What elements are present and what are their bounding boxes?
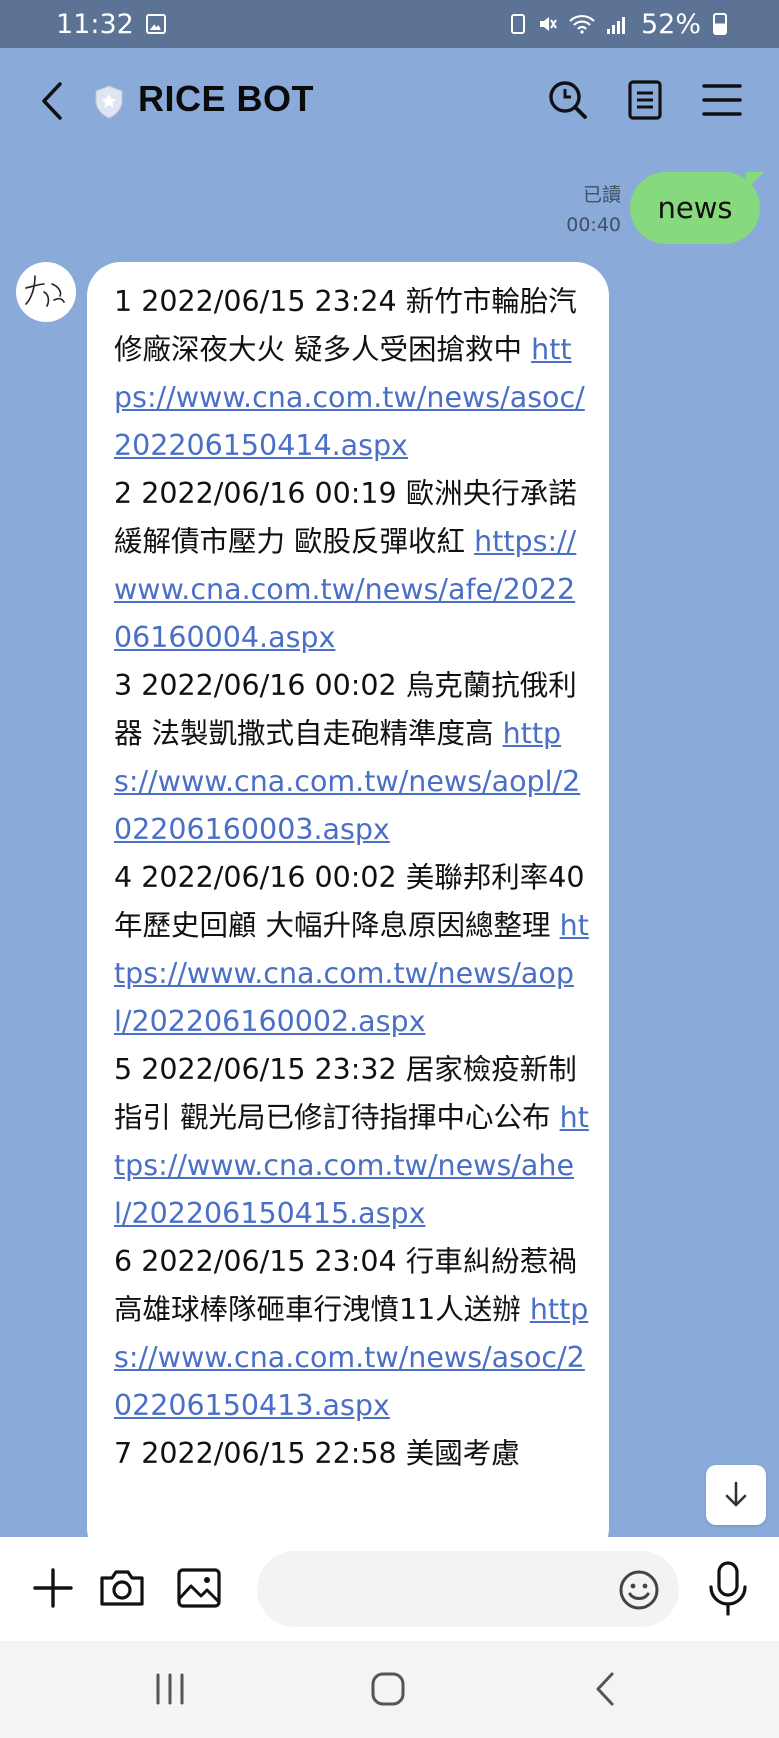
message-composer: [0, 1537, 779, 1641]
notes-button[interactable]: [621, 76, 669, 124]
news-item: 5 2022/06/15 23:32 居家檢疫新制指引 觀光局已修訂待指揮中心公…: [114, 1046, 589, 1238]
incoming-message-bubble[interactable]: 1 2022/06/15 23:24 新竹市輪胎汽修廠深夜大火 疑多人受困搶救中…: [87, 262, 609, 1562]
news-item-text: 6 2022/06/15 23:04 行車糾紛惹禍 高雄球棒隊砸車行洩憤11人送…: [114, 1245, 577, 1326]
back-button[interactable]: [38, 78, 68, 124]
battery-percent: 52%: [640, 8, 701, 40]
status-left: 11:32: [56, 9, 166, 40]
status-time: 11:32: [56, 8, 134, 40]
news-item: 4 2022/06/16 00:02 美聯邦利率40年歷史回顧 大幅升降息原因總…: [114, 854, 589, 1046]
status-bar: 11:32 52%: [0, 0, 779, 48]
news-item-text: 5 2022/06/15 23:32 居家檢疫新制指引 觀光局已修訂待指揮中心公…: [114, 1053, 577, 1134]
verified-shield-icon: [95, 85, 123, 119]
mute-icon: [539, 17, 557, 31]
wifi-icon: [569, 14, 595, 34]
scroll-to-bottom-button[interactable]: [706, 1465, 766, 1525]
plus-button[interactable]: [28, 1563, 78, 1613]
news-item: 3 2022/06/16 00:02 烏克蘭抗俄利器 法製凱撒式自走砲精準度高 …: [114, 662, 589, 854]
gallery-notification-icon: [145, 14, 166, 34]
news-item-text: 1 2022/06/15 23:24 新竹市輪胎汽修廠深夜大火 疑多人受困搶救中: [114, 285, 577, 366]
news-item: 2 2022/06/16 00:19 歐洲央行承諾緩解債市壓力 歐股反彈收紅 h…: [114, 470, 589, 662]
recent-apps-button[interactable]: [154, 1671, 186, 1707]
search-button[interactable]: [544, 76, 592, 124]
status-right: 52%: [510, 8, 727, 40]
emoji-button[interactable]: [617, 1568, 661, 1612]
system-nav-bar: [0, 1641, 779, 1738]
message-input[interactable]: [257, 1551, 679, 1627]
battery-saver-icon: [510, 14, 525, 34]
battery-icon: [713, 13, 727, 35]
menu-button[interactable]: [698, 76, 746, 124]
chat-title: RICE BOT: [138, 78, 315, 119]
gallery-button[interactable]: [174, 1563, 224, 1613]
microphone-button[interactable]: [706, 1559, 750, 1617]
read-receipt: 已讀 00:40: [566, 180, 621, 240]
news-item: 6 2022/06/15 23:04 行車糾紛惹禍 高雄球棒隊砸車行洩憤11人送…: [114, 1238, 589, 1430]
news-item: 1 2022/06/15 23:24 新竹市輪胎汽修廠深夜大火 疑多人受困搶救中…: [114, 278, 589, 470]
camera-button[interactable]: [97, 1563, 147, 1613]
sent-time: 00:40: [566, 214, 621, 236]
news-item: 7 2022/06/15 22:58 美國考慮: [114, 1430, 589, 1478]
read-label: 已讀: [582, 184, 621, 206]
bot-avatar[interactable]: [16, 262, 76, 322]
home-button[interactable]: [370, 1671, 406, 1707]
news-item-text: 7 2022/06/15 22:58 美國考慮: [114, 1437, 520, 1470]
arrow-down-icon: [725, 1481, 747, 1507]
avatar-drawing-icon: [25, 275, 65, 307]
outgoing-message-text: news: [657, 191, 733, 225]
system-back-button[interactable]: [592, 1671, 618, 1707]
outgoing-message-bubble[interactable]: news: [630, 172, 760, 244]
news-item-text: 4 2022/06/16 00:02 美聯邦利率40年歷史回顧 大幅升降息原因總…: [114, 861, 585, 942]
chat-header: RICE BOT: [0, 48, 779, 158]
signal-icon: [606, 14, 629, 34]
